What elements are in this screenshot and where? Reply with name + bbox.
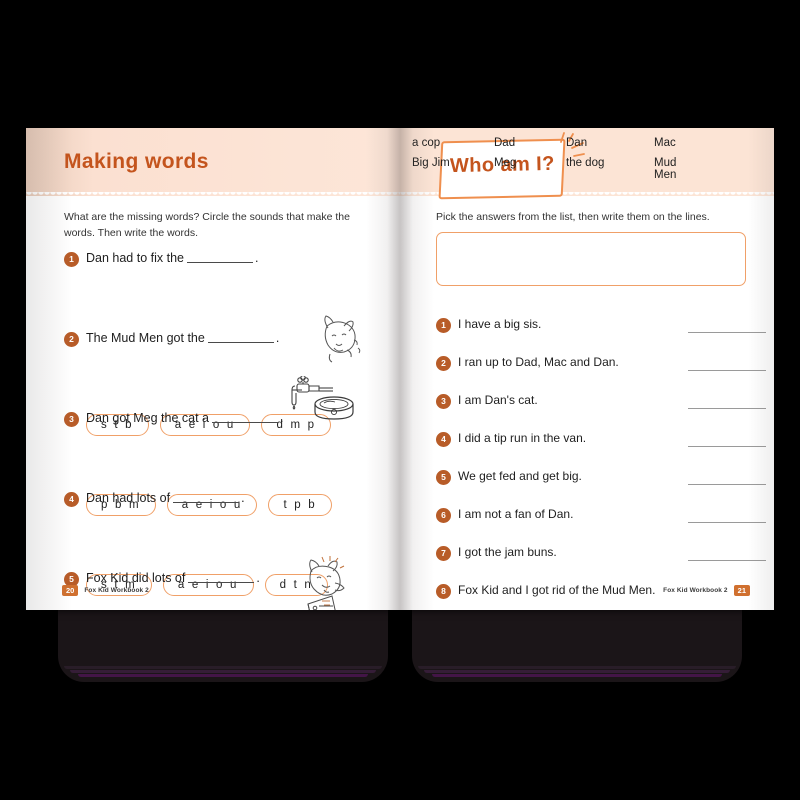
word-bank-item[interactable]: the dog: [566, 157, 654, 181]
book-edge: [70, 670, 376, 673]
right-page-footer: Fox Kid Workbook 2 21: [663, 584, 750, 596]
sound-pill[interactable]: t p b: [268, 494, 332, 516]
answer-clue-text: I got the jam buns.: [458, 545, 557, 559]
question-prefix: Dan had to fix the: [86, 251, 184, 265]
word-bank-item[interactable]: Big Jim: [412, 157, 494, 181]
footer-book-title: Fox Kid Workbook 2: [84, 586, 149, 594]
book-edge: [78, 674, 368, 677]
write-blank[interactable]: [173, 502, 240, 503]
write-blank[interactable]: [186, 262, 253, 263]
question-suffix: .: [241, 491, 245, 505]
right-page-instructions: Pick the answers from the list, then wri…: [436, 211, 710, 223]
answer-number-badge: 8: [436, 584, 451, 599]
question-text: Dan got Meg the cat a.: [86, 411, 283, 425]
question-suffix: .: [254, 251, 259, 265]
book-edge: [424, 670, 730, 673]
answer-write-line[interactable]: [688, 370, 766, 371]
left-page-footer: 20 Fox Kid Workbook 2: [62, 584, 149, 596]
answer-clue-text: I am not a fan of Dan.: [458, 507, 574, 521]
book-edge: [418, 666, 736, 669]
write-blank[interactable]: [207, 342, 274, 343]
footer-book-title: Fox Kid Workbook 2: [663, 586, 728, 594]
question-prefix: The Mud Men got the: [86, 331, 205, 345]
answer-number-badge: 2: [436, 356, 451, 371]
answer-number-badge: 3: [436, 394, 451, 409]
answer-word-bank-grid: a cop Dad Dan Mac Big Jim Meg the dog Mu…: [412, 137, 700, 181]
question-suffix: .: [280, 411, 284, 425]
workbook-spread-scene: Making words What are the missing words?…: [0, 0, 800, 800]
word-bank-item[interactable]: Mac: [654, 137, 700, 149]
answer-clue-text: I am Dan's cat.: [458, 393, 538, 407]
write-blank[interactable]: [188, 582, 255, 583]
question-text: Fox Kid did lots of.: [86, 571, 260, 585]
answer-write-line[interactable]: [688, 332, 766, 333]
question-text: Dan had to fix the.: [86, 251, 258, 265]
book-edge: [432, 674, 722, 677]
answer-write-line[interactable]: [688, 522, 766, 523]
left-page-instructions: What are the missing words? Circle the s…: [64, 211, 350, 239]
page-title-making-words: Making words: [64, 150, 209, 173]
answer-word-bank: [436, 232, 746, 286]
word-bank-item[interactable]: Mud Men: [654, 157, 700, 181]
question-suffix: .: [256, 571, 260, 585]
write-blank[interactable]: [212, 422, 278, 423]
answer-write-line[interactable]: [688, 560, 766, 561]
answer-number-badge: 5: [436, 470, 451, 485]
answer-write-line[interactable]: [688, 446, 766, 447]
gutter-shadow: [366, 128, 400, 610]
question-text: The Mud Men got the.: [86, 331, 279, 345]
fox-icon: [309, 556, 345, 596]
question-number-badge: 2: [64, 332, 79, 347]
page-number-badge: 20: [62, 584, 79, 596]
question-number-badge: 4: [64, 492, 79, 507]
answer-number-badge: 6: [436, 508, 451, 523]
question-prefix: Dan got Meg the cat a: [86, 411, 209, 425]
answer-write-line[interactable]: [688, 484, 766, 485]
scallop-divider: [26, 192, 400, 200]
answer-number-badge: 1: [436, 318, 451, 333]
page-outer-shadow: [26, 128, 72, 610]
question-prefix: Fox Kid did lots of: [86, 571, 186, 585]
left-page: Making words What are the missing words?…: [26, 128, 400, 610]
answer-clue-text: We get fed and get big.: [458, 469, 582, 483]
book-edge: [64, 666, 382, 669]
question-number-badge: 1: [64, 252, 79, 267]
word-bank-item[interactable]: Dan: [566, 137, 654, 149]
question-text: Dan had lots of.: [86, 491, 245, 505]
question-number-badge: 3: [64, 412, 79, 427]
question-prefix: Dan had lots of: [86, 491, 171, 505]
dog-icon: [324, 315, 361, 363]
word-bank-item[interactable]: a cop: [412, 137, 494, 149]
right-page: Who am I? Pick the answers from the list…: [400, 128, 774, 610]
answer-clue-text: Fox Kid and I got rid of the Mud Men.: [458, 583, 656, 597]
answer-clue-text: I have a big sis.: [458, 317, 542, 331]
word-bank-item[interactable]: Dad: [494, 137, 566, 149]
answer-number-badge: 7: [436, 546, 451, 561]
page-outer-shadow: [748, 128, 774, 610]
page-number-badge: 21: [733, 584, 750, 596]
gutter-shadow: [400, 128, 434, 610]
answer-write-line[interactable]: [688, 408, 766, 409]
answer-clue-text: I ran up to Dad, Mac and Dan.: [458, 355, 619, 369]
answer-number-badge: 4: [436, 432, 451, 447]
tin-icon: [314, 396, 354, 420]
word-bank-item[interactable]: Meg: [494, 157, 566, 181]
answer-clue-text: I did a tip run in the van.: [458, 431, 587, 445]
open-book-spread: Making words What are the missing words?…: [26, 128, 774, 610]
question-suffix: .: [275, 331, 280, 345]
